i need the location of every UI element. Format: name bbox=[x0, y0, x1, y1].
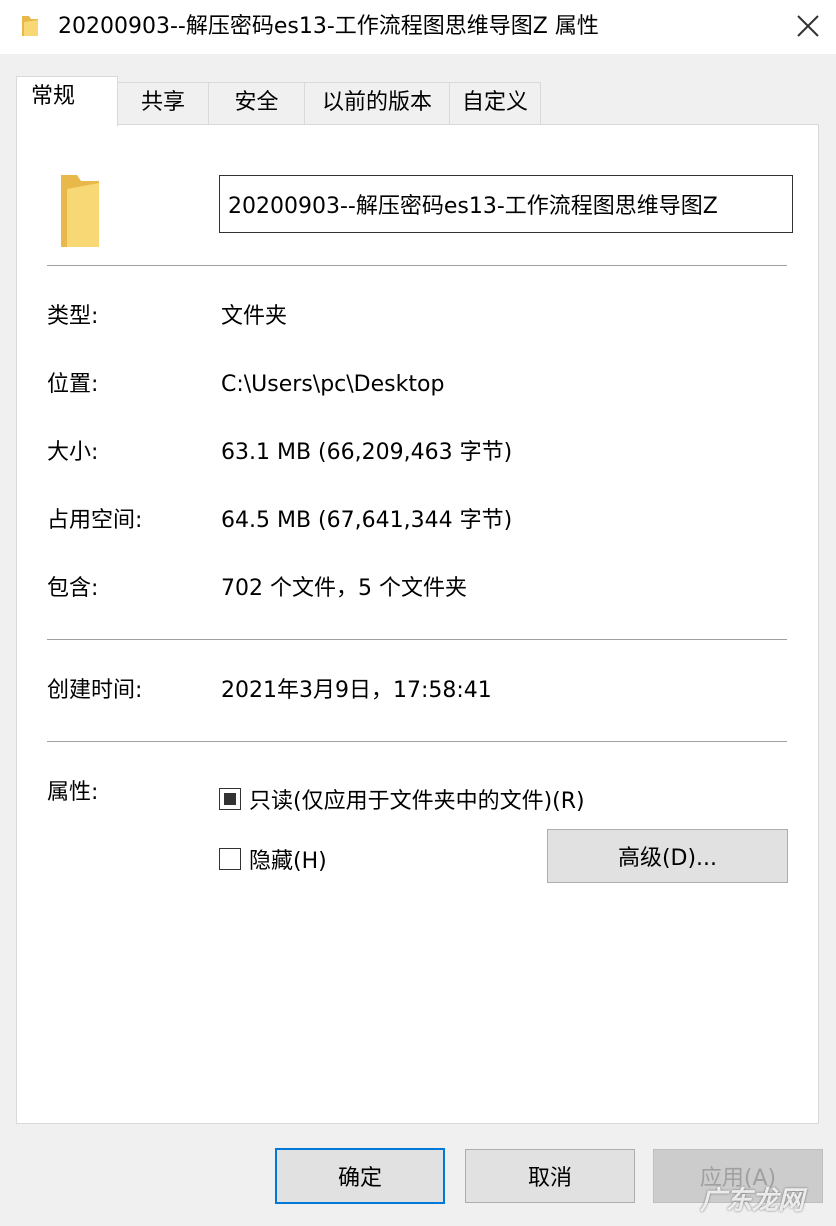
window-title: 20200903--解压密码es13-工作流程图思维导图Z 属性 bbox=[58, 14, 599, 39]
readonly-checkbox[interactable]: 只读(仅应用于文件夹中的文件)(R) bbox=[219, 783, 585, 815]
advanced-button[interactable]: 高级(D)... bbox=[547, 829, 788, 883]
title-bar: 20200903--解压密码es13-工作流程图思维导图Z 属性 bbox=[0, 0, 836, 54]
watermark: 广东龙网 bbox=[700, 1186, 805, 1216]
size-value: 63.1 MB (66,209,463 字节) bbox=[221, 440, 513, 465]
cancel-button[interactable]: 取消 bbox=[465, 1149, 635, 1203]
contains-value: 702 个文件，5 个文件夹 bbox=[221, 576, 467, 601]
created-row: 创建时间: 2021年3月9日，17:58:41 bbox=[47, 675, 807, 707]
size-on-disk-row: 占用空间: 64.5 MB (67,641,344 字节) bbox=[47, 505, 807, 537]
size-row: 大小: 63.1 MB (66,209,463 字节) bbox=[47, 437, 807, 469]
separator bbox=[47, 265, 787, 266]
tab-customize[interactable]: 自定义 bbox=[449, 82, 541, 124]
attributes-label: 属性: bbox=[47, 780, 99, 805]
contains-row: 包含: 702 个文件，5 个文件夹 bbox=[47, 573, 807, 605]
type-label: 类型: bbox=[47, 304, 99, 329]
separator bbox=[47, 741, 787, 742]
checkbox-unchecked[interactable] bbox=[219, 848, 241, 870]
close-button[interactable] bbox=[786, 6, 830, 46]
created-value: 2021年3月9日，17:58:41 bbox=[221, 678, 492, 703]
tab-previous-versions[interactable]: 以前的版本 bbox=[304, 82, 450, 124]
tab-security[interactable]: 安全 bbox=[208, 82, 305, 124]
type-row: 类型: 文件夹 bbox=[47, 301, 807, 333]
size-on-disk-value: 64.5 MB (67,641,344 字节) bbox=[221, 508, 513, 533]
close-icon bbox=[797, 15, 819, 37]
location-row: 位置: C:\Users\pc\Desktop bbox=[47, 369, 807, 401]
folder-name-input[interactable] bbox=[219, 175, 793, 233]
type-value: 文件夹 bbox=[221, 304, 288, 329]
folder-icon bbox=[20, 14, 40, 42]
created-label: 创建时间: bbox=[47, 678, 143, 703]
contains-label: 包含: bbox=[47, 576, 99, 601]
tab-sharing[interactable]: 共享 bbox=[117, 82, 209, 124]
size-on-disk-label: 占用空间: bbox=[47, 508, 143, 533]
ok-button[interactable]: 确定 bbox=[275, 1148, 445, 1204]
folder-icon bbox=[57, 171, 105, 255]
location-value: C:\Users\pc\Desktop bbox=[221, 372, 445, 397]
hidden-checkbox[interactable]: 隐藏(H) bbox=[219, 843, 327, 875]
location-label: 位置: bbox=[47, 372, 99, 397]
tab-general[interactable]: 常规 bbox=[16, 76, 118, 126]
checkbox-indeterminate[interactable] bbox=[219, 788, 241, 810]
separator bbox=[47, 639, 787, 640]
hidden-label: 隐藏(H) bbox=[249, 849, 327, 874]
size-label: 大小: bbox=[47, 440, 99, 465]
general-panel: 类型: 文件夹 位置: C:\Users\pc\Desktop 大小: 63.1… bbox=[16, 124, 819, 1124]
readonly-label: 只读(仅应用于文件夹中的文件)(R) bbox=[249, 789, 585, 814]
